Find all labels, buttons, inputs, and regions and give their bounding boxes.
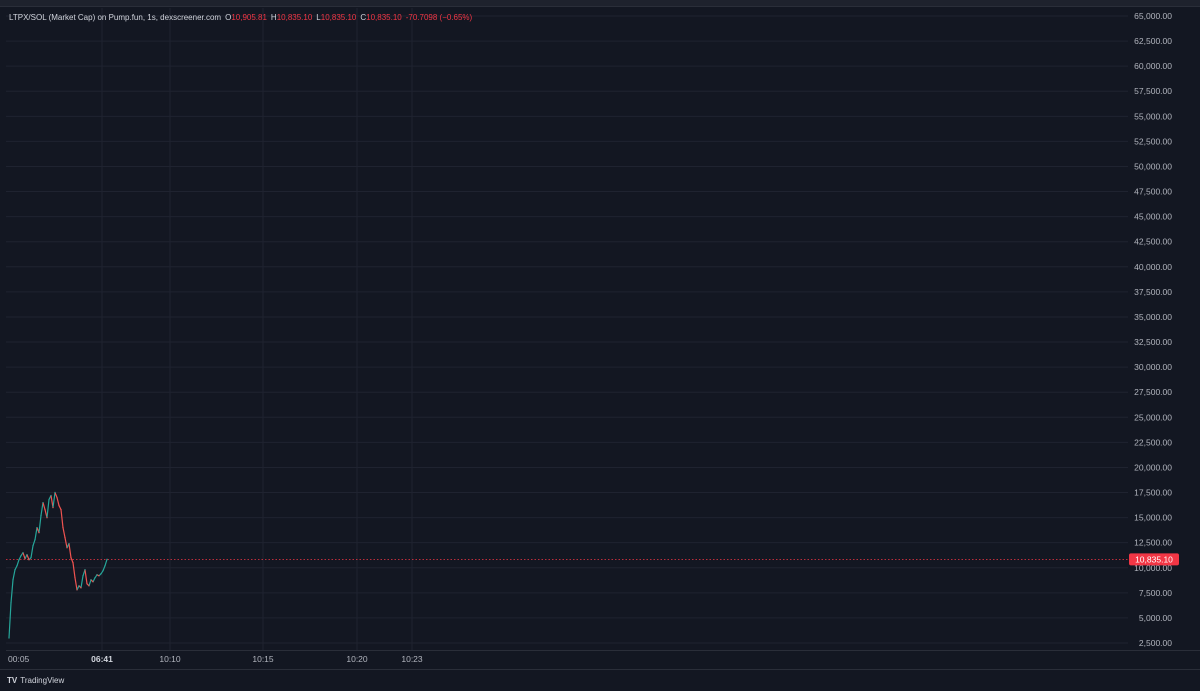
series-point <box>86 583 88 585</box>
series-point <box>82 575 84 577</box>
series-point <box>102 570 104 572</box>
y-tick-label: 32,500.00 <box>1134 337 1172 347</box>
x-tick-label: 10:20 <box>346 654 368 664</box>
series-point <box>76 589 78 591</box>
y-tick-label: 25,000.00 <box>1134 412 1172 422</box>
series-point <box>52 506 54 509</box>
series-point <box>88 585 90 587</box>
series-point <box>48 498 50 501</box>
y-tick-label: 55,000.00 <box>1134 111 1172 121</box>
symbol-name[interactable]: LTPX/SOL (Market Cap) on Pump.fun, 1s, d… <box>9 13 221 22</box>
series-point <box>22 552 24 554</box>
y-tick-label: 30,000.00 <box>1134 362 1172 372</box>
y-tick-label: 27,500.00 <box>1134 387 1172 397</box>
price-chart[interactable]: 2,500.005,000.007,500.0010,000.0012,500.… <box>0 0 1200 669</box>
footer-bar: TV TradingView <box>0 669 1200 691</box>
y-tick-label: 57,500.00 <box>1134 86 1172 96</box>
series-point <box>98 575 100 577</box>
series-point <box>26 554 28 556</box>
chart-background <box>0 7 1200 669</box>
series-point <box>28 559 30 561</box>
series-point <box>104 565 106 567</box>
series-point <box>40 514 42 517</box>
tradingview-brand[interactable]: TradingView <box>20 676 64 685</box>
y-tick-label: 35,000.00 <box>1134 312 1172 322</box>
y-tick-label: 20,000.00 <box>1134 462 1172 472</box>
series-point <box>44 508 46 511</box>
x-tick-label: 06:41 <box>91 654 113 664</box>
low-value: 10,835.10 <box>320 12 357 22</box>
series-point <box>16 565 18 567</box>
series-point <box>64 537 66 539</box>
series-point <box>58 504 60 507</box>
series-point <box>50 494 52 497</box>
series-point <box>20 555 22 557</box>
series-point <box>74 577 76 579</box>
series-point <box>56 496 58 499</box>
series-point <box>84 569 86 571</box>
y-tick-label: 17,500.00 <box>1134 488 1172 498</box>
y-tick-label: 22,500.00 <box>1134 437 1172 447</box>
series-point <box>14 569 16 571</box>
y-tick-label: 40,000.00 <box>1134 262 1172 272</box>
symbol-legend: LTPX/SOL (Market Cap) on Pump.fun, 1s, d… <box>9 10 472 24</box>
y-tick-label: 60,000.00 <box>1134 61 1172 71</box>
series-point <box>10 602 12 604</box>
series-point <box>92 581 94 583</box>
y-tick-label: 12,500.00 <box>1134 538 1172 548</box>
x-tick-label: 10:23 <box>401 654 423 664</box>
y-tick-label: 37,500.00 <box>1134 287 1172 297</box>
series-point <box>34 539 36 541</box>
series-point <box>72 562 74 564</box>
change-value: -70.7098 (−0.65%) <box>405 12 473 22</box>
high-value: 10,835.10 <box>276 12 313 22</box>
series-point <box>96 574 98 576</box>
y-tick-label: 50,000.00 <box>1134 161 1172 171</box>
series-point <box>32 545 34 547</box>
series-point <box>100 573 102 575</box>
series-point <box>36 527 38 529</box>
x-tick-label: 00:05 <box>8 654 30 664</box>
y-tick-label: 45,000.00 <box>1134 212 1172 222</box>
y-tick-label: 47,500.00 <box>1134 187 1172 197</box>
open-value: 10,905.81 <box>231 12 267 22</box>
series-point <box>8 637 10 639</box>
series-point <box>46 517 48 519</box>
y-tick-label: 62,500.00 <box>1134 36 1172 46</box>
series-point <box>90 579 92 581</box>
y-tick-label: 65,000.00 <box>1134 11 1172 21</box>
y-tick-label: 5,000.00 <box>1139 613 1172 623</box>
series-point <box>78 585 80 587</box>
last-price-badge-label: 10,835.10 <box>1135 555 1173 565</box>
y-tick-label: 2,500.00 <box>1139 638 1172 648</box>
series-point <box>42 501 44 504</box>
series-point <box>80 587 82 589</box>
series-point <box>54 491 56 494</box>
series-point <box>24 558 26 560</box>
series-point <box>66 547 68 549</box>
series-point <box>106 558 108 560</box>
series-point <box>60 508 62 511</box>
last-price-badge-layer: 10,835.10 <box>1129 553 1179 566</box>
x-tick-label: 10:10 <box>159 654 181 664</box>
series-point <box>18 559 20 561</box>
y-tick-label: 42,500.00 <box>1134 237 1172 247</box>
y-tick-label: 7,500.00 <box>1139 588 1172 598</box>
x-tick-label: 10:15 <box>252 654 274 664</box>
series-point <box>30 557 32 559</box>
series-point <box>70 557 72 559</box>
tradingview-logo-icon[interactable]: TV <box>7 676 17 685</box>
series-point <box>68 543 70 545</box>
series-point <box>12 579 14 581</box>
series-point <box>38 532 40 534</box>
y-tick-label: 15,000.00 <box>1134 513 1172 523</box>
series-point <box>62 527 64 529</box>
close-value: 10,835.10 <box>366 12 402 22</box>
y-tick-label: 52,500.00 <box>1134 136 1172 146</box>
chart-stage[interactable]: 2,500.00 5,000.00 7,500.00 10,000.00 12,500.… <box>0 0 1200 691</box>
series-point <box>94 577 96 579</box>
